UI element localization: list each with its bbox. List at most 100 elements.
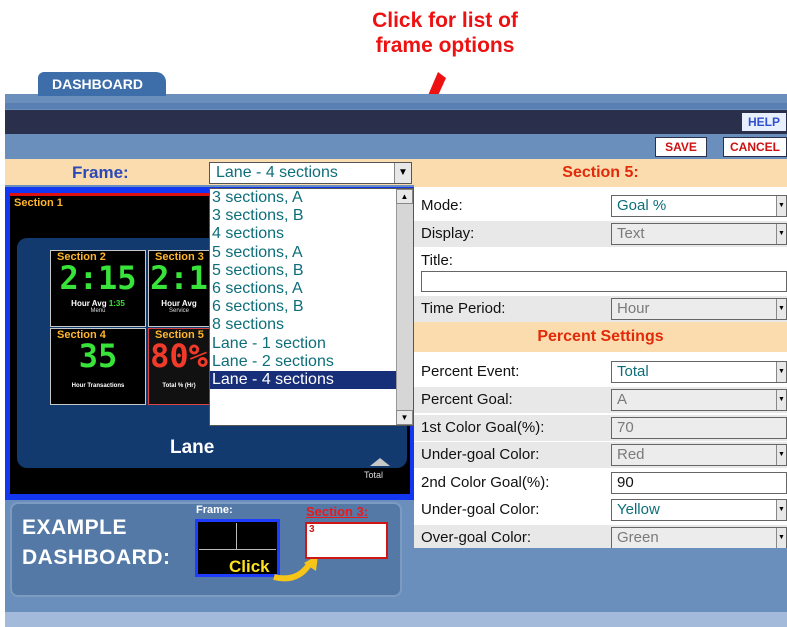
frame-option[interactable]: 3 sections, B — [210, 207, 413, 225]
under-goal-color-2-select[interactable]: Yellow ▼ — [611, 499, 787, 521]
section-4-value: 35 — [78, 337, 118, 375]
mode-row: Mode: Goal % ▼ — [414, 193, 787, 219]
frame-option[interactable]: 5 sections, B — [210, 262, 413, 280]
frame-option[interactable]: Lane - 2 sections — [210, 353, 413, 371]
time-period-label: Time Period: — [421, 300, 506, 317]
save-button[interactable]: SAVE — [655, 137, 707, 157]
frame-option[interactable]: 3 sections, A — [210, 189, 413, 207]
tab-dashboard[interactable]: DASHBOARD — [38, 72, 166, 96]
frame-option[interactable]: Lane - 1 section — [210, 335, 413, 353]
under-goal-color-1-select[interactable]: Red ▼ — [611, 444, 787, 466]
settings-panel-footer — [414, 548, 787, 578]
over-goal-color-select[interactable]: Green ▼ — [611, 527, 787, 549]
under-goal-color-2-value: Yellow — [617, 501, 660, 518]
section-2-sub: Hour Avg 1:35 — [51, 299, 145, 308]
mode-value: Goal % — [617, 197, 667, 214]
time-period-select[interactable]: Hour ▼ — [611, 298, 787, 320]
callout-line-2: frame options — [375, 34, 515, 57]
total-up-icon — [370, 458, 390, 466]
example-label-line-2: DASHBOARD: — [22, 546, 171, 569]
section-title: Section 5: — [414, 159, 787, 187]
help-button[interactable]: HELP — [741, 112, 787, 132]
example-section-3-title: Section 3: — [306, 504, 369, 519]
chevron-down-icon: ▼ — [776, 390, 786, 410]
cancel-button[interactable]: CANCEL — [723, 137, 787, 157]
scroll-down-icon[interactable]: ▼ — [396, 410, 413, 425]
color-goal-1-label: 1st Color Goal(%): — [421, 419, 545, 436]
section-5-value: 80% — [150, 337, 208, 375]
percent-event-select[interactable]: Total ▼ — [611, 361, 787, 383]
color-goal-2-label: 2nd Color Goal(%): — [421, 474, 550, 491]
chevron-down-icon: ▼ — [776, 196, 786, 216]
example-label-line-1: EXAMPLE — [22, 516, 128, 539]
under-goal-color-1-row: Under-goal Color: Red ▼ — [414, 442, 787, 468]
color-goal-1-input[interactable]: 70 — [611, 417, 787, 439]
example-section-3-box — [305, 522, 388, 559]
chevron-down-icon[interactable]: ▼ — [394, 163, 411, 183]
frame-option[interactable]: 5 sections, A — [210, 244, 413, 262]
section-3-value: 2:1 — [150, 259, 208, 297]
example-frame-divider-v — [236, 523, 237, 549]
scroll-up-icon[interactable]: ▲ — [396, 189, 413, 204]
section-2-value: 2:15 — [59, 259, 137, 297]
percent-settings-header: Percent Settings — [414, 322, 787, 352]
title-label: Title: — [421, 252, 453, 269]
under-goal-color-1-label: Under-goal Color: — [421, 446, 540, 463]
frame-option[interactable]: 8 sections — [210, 316, 413, 334]
under-goal-color-1-value: Red — [617, 446, 645, 463]
frame-option-selected[interactable]: Lane - 4 sections — [210, 370, 413, 390]
preview-section-3[interactable]: Section 3 2:1 Hour Avg Service — [148, 250, 210, 327]
percent-goal-label: Percent Goal: — [421, 391, 513, 408]
section-2-sub-b: 1:35 — [108, 299, 125, 308]
display-value: Text — [617, 225, 645, 242]
preview-section-4[interactable]: Section 4 35 Hour Transactions — [50, 328, 146, 405]
chevron-down-icon: ▼ — [776, 224, 786, 244]
preview-section-2[interactable]: Section 2 2:15 Hour Avg 1:35 Menu — [50, 250, 146, 327]
frame-label: Frame: — [72, 163, 129, 182]
chevron-down-icon: ▼ — [776, 362, 786, 382]
display-label: Display: — [421, 225, 475, 242]
preview-section-5[interactable]: Section 5 80% Total % (Hr) — [148, 328, 210, 405]
time-period-row: Time Period: Hour ▼ — [414, 296, 787, 322]
display-select[interactable]: Text ▼ — [611, 223, 787, 245]
total-label: Total — [364, 470, 384, 480]
bottom-strip — [5, 612, 787, 627]
frame-options-list[interactable]: 3 sections, A 3 sections, B 4 sections 5… — [209, 188, 414, 426]
section-2-tiny: Menu — [90, 308, 106, 314]
lane-label: Lane — [170, 437, 215, 458]
percent-event-label: Percent Event: — [421, 363, 520, 380]
chevron-down-icon: ▼ — [776, 299, 786, 319]
section-2-sub-a: Hour Avg — [71, 299, 107, 308]
frame-option[interactable]: 6 sections, A — [210, 280, 413, 298]
percent-goal-select[interactable]: A ▼ — [611, 389, 787, 411]
percent-event-value: Total — [617, 363, 649, 380]
chevron-down-icon: ▼ — [776, 528, 786, 548]
over-goal-color-label: Over-goal Color: — [421, 529, 532, 546]
mode-label: Mode: — [421, 197, 463, 214]
time-period-value: Hour — [617, 300, 650, 317]
example-section-3-number: 3 — [309, 524, 315, 535]
callout-line-1: Click for list of — [372, 9, 518, 32]
title-input[interactable] — [421, 271, 787, 292]
chevron-down-icon: ▼ — [776, 445, 786, 465]
frame-option[interactable]: 6 sections, B — [210, 298, 413, 316]
under-goal-color-2-row: Under-goal Color: Yellow ▼ — [414, 497, 787, 523]
frame-option[interactable]: 4 sections — [210, 225, 413, 243]
color-goal-2-row: 2nd Color Goal(%): 90 — [414, 470, 787, 496]
under-goal-color-2-label: Under-goal Color: — [421, 501, 540, 518]
header-strip — [5, 103, 787, 109]
example-dashboard-label: EXAMPLE DASHBOARD: — [22, 513, 171, 573]
color-goal-2-input[interactable]: 90 — [611, 472, 787, 494]
section-3-tiny: Service — [168, 308, 189, 314]
frame-select[interactable]: Lane - 4 sections — [209, 162, 412, 184]
over-goal-color-value: Green — [617, 529, 659, 546]
section-1-label[interactable]: Section 1 — [14, 197, 63, 209]
example-click-label: Click — [229, 557, 270, 576]
percent-event-row: Percent Event: Total ▼ — [414, 359, 787, 385]
callout-annotation: Click for list of frame options — [320, 8, 570, 58]
section-4-sub: Hour Transactions — [71, 383, 125, 389]
chevron-down-icon: ▼ — [776, 500, 786, 520]
list-scrollbar[interactable] — [396, 189, 413, 425]
mode-select[interactable]: Goal % ▼ — [611, 195, 787, 217]
example-frame-title: Frame: — [196, 504, 233, 516]
